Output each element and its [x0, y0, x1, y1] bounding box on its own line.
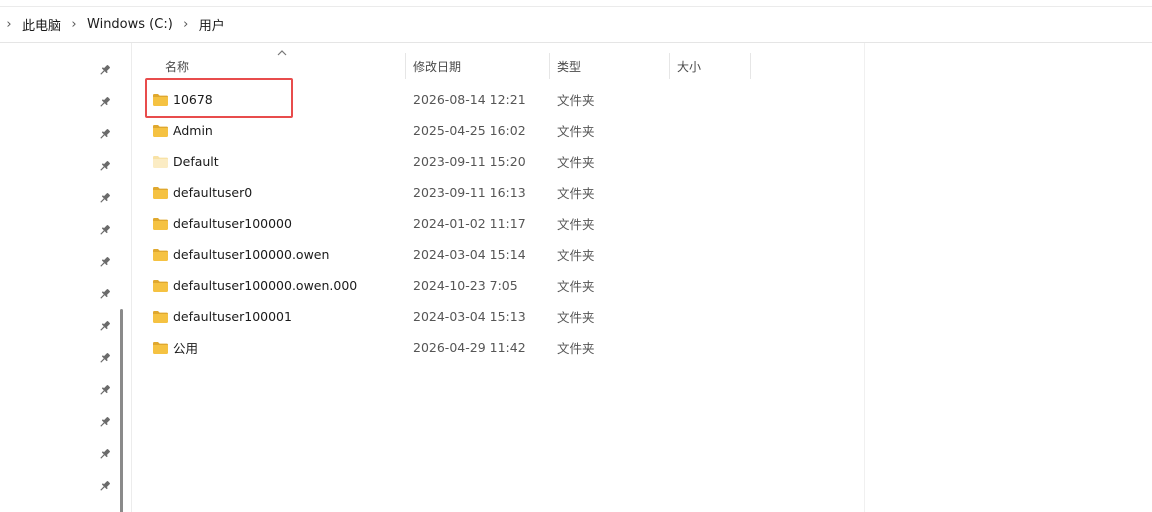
file-name-cell[interactable]: defaultuser100000.owen.000: [152, 270, 357, 301]
file-type: 文件夹: [557, 279, 595, 294]
file-name: defaultuser0: [173, 185, 253, 200]
column-separator[interactable]: [669, 53, 670, 79]
column-header-row: 名称 修改日期 类型 大小: [132, 43, 864, 81]
file-name-cell[interactable]: defaultuser0: [152, 177, 252, 208]
pin-icon[interactable]: [98, 223, 112, 237]
folder-icon: [153, 93, 168, 106]
folder-icon: [153, 186, 168, 199]
folder-icon: [153, 217, 168, 230]
file-modified-date: 2024-01-02 11:17: [413, 216, 526, 231]
file-row[interactable]: defaultuser100000 2024-01-02 11:17 文件夹: [146, 208, 746, 239]
file-name: Default: [173, 154, 219, 169]
file-row[interactable]: defaultuser100000.owen.000 2024-10-23 7:0…: [146, 270, 746, 301]
file-row[interactable]: Default 2023-09-11 15:20 文件夹: [146, 146, 746, 177]
folder-icon: [153, 341, 168, 354]
pin-icon[interactable]: [98, 255, 112, 269]
pin-icon[interactable]: [98, 287, 112, 301]
file-list: 名称 修改日期 类型 大小 10678 2026-08-14 12:21 文件夹 Ad…: [132, 43, 864, 512]
file-type: 文件夹: [557, 186, 595, 201]
pin-icon[interactable]: [98, 351, 112, 365]
pin-icon[interactable]: [98, 159, 112, 173]
file-row[interactable]: 10678 2026-08-14 12:21 文件夹: [146, 84, 746, 115]
file-type: 文件夹: [557, 341, 595, 356]
breadcrumb-item-users[interactable]: 用户: [195, 13, 229, 36]
file-name: Admin: [173, 123, 213, 138]
folder-icon: [153, 279, 168, 292]
breadcrumb[interactable]: › 此电脑 › Windows (C:) › 用户: [0, 6, 1152, 41]
file-name: 10678: [173, 92, 213, 107]
sort-ascending-icon: [277, 50, 287, 56]
file-type: 文件夹: [557, 217, 595, 232]
pin-icon[interactable]: [98, 63, 112, 77]
file-type: 文件夹: [557, 248, 595, 263]
file-modified-date: 2025-04-25 16:02: [413, 123, 526, 138]
file-name-cell[interactable]: 10678: [152, 84, 213, 115]
folder-icon: [153, 248, 168, 261]
file-name: defaultuser100001: [173, 309, 292, 324]
file-name-cell[interactable]: defaultuser100000.owen: [152, 239, 329, 270]
file-name-cell[interactable]: Default: [152, 146, 219, 177]
file-type: 文件夹: [557, 310, 595, 325]
column-header-type[interactable]: 类型: [557, 58, 581, 75]
column-header-name[interactable]: 名称: [165, 58, 189, 75]
file-modified-date: 2023-09-11 15:20: [413, 154, 526, 169]
file-row[interactable]: Admin 2025-04-25 16:02 文件夹: [146, 115, 746, 146]
pin-icon[interactable]: [98, 447, 112, 461]
folder-icon: [153, 124, 168, 137]
chevron-right-icon[interactable]: ›: [65, 17, 83, 32]
folder-icon: [153, 310, 168, 323]
pin-icon[interactable]: [98, 479, 112, 493]
chevron-right-icon[interactable]: ›: [0, 17, 18, 32]
file-name-cell[interactable]: 公用: [152, 332, 198, 363]
file-modified-date: 2024-03-04 15:14: [413, 247, 526, 262]
file-name: defaultuser100000.owen: [173, 247, 330, 262]
pin-icon[interactable]: [98, 383, 112, 397]
file-modified-date: 2023-09-11 16:13: [413, 185, 526, 200]
column-separator[interactable]: [549, 53, 550, 79]
file-name: 公用: [173, 341, 199, 356]
column-separator[interactable]: [405, 53, 406, 79]
column-separator[interactable]: [750, 53, 751, 79]
breadcrumb-item-this-pc[interactable]: 此电脑: [18, 13, 65, 36]
column-header-size[interactable]: 大小: [677, 58, 701, 75]
chevron-right-icon[interactable]: ›: [177, 17, 195, 32]
pin-icon[interactable]: [98, 95, 112, 109]
pane-divider: [864, 43, 865, 512]
file-type: 文件夹: [557, 155, 595, 170]
breadcrumb-item-windows-c[interactable]: Windows (C:): [83, 15, 177, 34]
file-name: defaultuser100000: [173, 216, 292, 231]
file-row[interactable]: 公用 2026-04-29 11:42 文件夹: [146, 332, 746, 363]
file-modified-date: 2026-04-29 11:42: [413, 340, 526, 355]
file-row[interactable]: defaultuser100000.owen 2024-03-04 15:14 文件…: [146, 239, 746, 270]
file-modified-date: 2026-08-14 12:21: [413, 92, 526, 107]
address-bar: › 此电脑 › Windows (C:) › 用户: [0, 0, 1152, 43]
file-type: 文件夹: [557, 93, 595, 108]
file-explorer-window: › 此电脑 › Windows (C:) › 用户 名称 修改日期 类型 大小 …: [0, 0, 1152, 512]
file-name-cell[interactable]: defaultuser100000: [152, 208, 292, 239]
file-row[interactable]: defaultuser0 2023-09-11 16:13 文件夹: [146, 177, 746, 208]
column-header-modified[interactable]: 修改日期: [413, 58, 461, 75]
pin-icon[interactable]: [98, 127, 112, 141]
file-name-cell[interactable]: Admin: [152, 115, 213, 146]
file-row[interactable]: defaultuser100001 2024-03-04 15:13 文件夹: [146, 301, 746, 332]
pin-icon[interactable]: [98, 191, 112, 205]
file-name-cell[interactable]: defaultuser100001: [152, 301, 292, 332]
file-modified-date: 2024-10-23 7:05: [413, 278, 518, 293]
pin-icon[interactable]: [98, 319, 112, 333]
file-type: 文件夹: [557, 124, 595, 139]
file-name: defaultuser100000.owen.000: [173, 278, 358, 293]
pin-icon[interactable]: [98, 415, 112, 429]
navigation-pane: [0, 43, 132, 512]
folder-hidden-icon: [153, 155, 168, 168]
nav-scrollbar[interactable]: [120, 309, 123, 512]
file-modified-date: 2024-03-04 15:13: [413, 309, 526, 324]
